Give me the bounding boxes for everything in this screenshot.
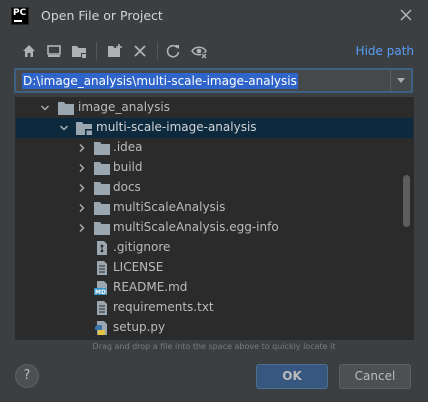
tree-item-label: multiScaleAnalysis (113, 200, 226, 214)
cancel-button[interactable]: Cancel (339, 364, 411, 389)
tree-item-build[interactable]: build (16, 158, 413, 178)
ok-button[interactable]: OK (256, 364, 328, 389)
tree-item-requirements[interactable]: requirements.txt (16, 298, 413, 318)
project-folder-icon (76, 122, 92, 135)
chevron-right-icon[interactable] (77, 163, 87, 173)
folder-icon (94, 202, 110, 215)
logo-text: PC (13, 8, 27, 18)
python-file-icon (95, 321, 107, 335)
toolbar-separator (96, 42, 97, 60)
folder-icon (94, 162, 110, 175)
chevron-right-icon[interactable] (77, 143, 87, 153)
tree-item-label: image_analysis (78, 100, 170, 114)
desktop-icon[interactable] (46, 43, 62, 59)
refresh-icon[interactable] (165, 43, 181, 59)
tree-item-label: docs (113, 180, 141, 194)
tree-item-label: .gitignore (113, 240, 171, 254)
tree-scrollbar[interactable] (403, 175, 410, 227)
file-tree[interactable]: image_analysis multi-scale-image-analysi… (15, 97, 414, 340)
tree-item-label: .idea (113, 140, 143, 154)
chevron-right-icon[interactable] (77, 203, 87, 213)
chevron-down-icon[interactable] (390, 70, 411, 91)
hide-path-link[interactable]: Hide path (356, 44, 414, 58)
home-icon[interactable] (21, 43, 37, 59)
tree-item-label: LICENSE (113, 260, 164, 274)
window-title: Open File or Project (41, 8, 163, 23)
drag-drop-hint: Drag and drop a file into the space abov… (92, 342, 336, 351)
folder-icon (94, 142, 110, 155)
chevron-right-icon[interactable] (77, 183, 87, 193)
folder-icon (94, 222, 110, 235)
title-bar: PC Open File or Project (0, 0, 428, 32)
tree-item-label: multiScaleAnalysis.egg-info (113, 220, 279, 234)
tree-item-multi-scale-image-analysis[interactable]: multi-scale-image-analysis (16, 118, 413, 138)
tree-item-label: setup.py (113, 320, 166, 334)
tree-item-idea[interactable]: .idea (16, 138, 413, 158)
chevron-down-icon[interactable] (59, 123, 69, 133)
tree-item-gitignore[interactable]: .gitignore (16, 238, 413, 258)
close-icon[interactable] (398, 7, 414, 23)
tree-item-label: multi-scale-image-analysis (96, 120, 257, 134)
toolbar: Hide path (14, 40, 414, 62)
text-file-icon (97, 261, 107, 275)
tree-item-multiscaleanalysis[interactable]: multiScaleAnalysis (16, 198, 413, 218)
tree-item-readme[interactable]: MD README.md (16, 278, 413, 298)
pycharm-logo-icon: PC (11, 7, 29, 25)
path-combobox[interactable]: D:\image_analysis\multi-scale-image-anal… (14, 68, 413, 93)
tree-item-egg-info[interactable]: multiScaleAnalysis.egg-info (16, 218, 413, 238)
tree-item-label: build (113, 160, 143, 174)
delete-icon[interactable] (132, 43, 148, 59)
help-button[interactable]: ? (15, 364, 39, 388)
tree-item-license[interactable]: LICENSE (16, 258, 413, 278)
gitignore-file-icon (97, 241, 107, 255)
path-field[interactable]: D:\image_analysis\multi-scale-image-anal… (22, 73, 298, 89)
folder-icon (58, 102, 74, 115)
show-hidden-icon[interactable] (191, 43, 207, 59)
chevron-right-icon[interactable] (77, 223, 87, 233)
markdown-file-icon: MD (94, 281, 107, 295)
new-folder-icon[interactable] (107, 43, 123, 59)
markdown-badge-text: MD (95, 289, 106, 295)
chevron-down-icon[interactable] (40, 103, 50, 113)
tree-item-image-analysis[interactable]: image_analysis (16, 98, 413, 118)
project-folder-icon[interactable] (71, 43, 87, 59)
tree-item-setup-py[interactable]: setup.py (16, 318, 413, 338)
text-file-icon (97, 301, 107, 315)
folder-icon (94, 182, 110, 195)
toolbar-separator (157, 42, 158, 60)
tree-item-label: requirements.txt (113, 300, 214, 314)
tree-item-docs[interactable]: docs (16, 178, 413, 198)
tree-item-label: README.md (113, 280, 188, 294)
